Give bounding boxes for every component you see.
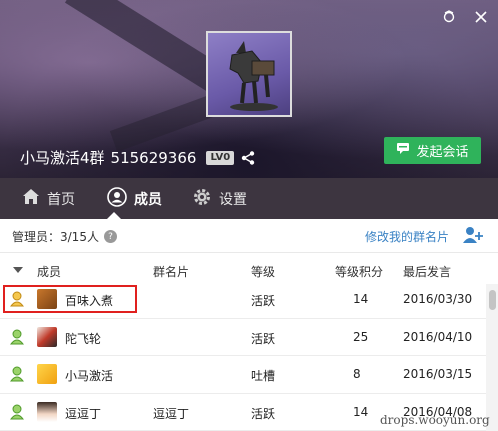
window-controls [440, 8, 490, 26]
member-points: 14 [353, 292, 369, 306]
member-card: 逗逗丁 [153, 406, 190, 421]
member-nick[interactable]: 百味入煮 [65, 292, 113, 309]
add-member-icon[interactable] [463, 226, 483, 244]
close-icon[interactable] [472, 8, 490, 26]
member-points: 25 [353, 329, 369, 344]
avatar[interactable] [37, 364, 57, 384]
member-icon [9, 366, 25, 382]
gear-icon [192, 187, 212, 211]
table-row[interactable]: 陀飞轮 活跃 25 2016/04/10 [0, 319, 486, 356]
chat-bubble-icon [396, 142, 410, 159]
table-row[interactable]: 小马激活 吐槽 8 2016/03/15 [0, 356, 486, 394]
tab-bar: 首页 成员 设置 [0, 178, 498, 219]
header-member[interactable]: 成员 [37, 263, 61, 280]
header-card[interactable]: 群名片 [153, 263, 189, 280]
skin-icon[interactable] [440, 8, 458, 26]
start-chat-button[interactable]: 发起会话 [384, 137, 481, 164]
tab-members-label: 成员 [134, 191, 162, 208]
member-icon [107, 186, 127, 211]
admin-count: 管理员：3/15人 ? [12, 228, 117, 245]
tab-home-label: 首页 [47, 191, 75, 208]
member-nick[interactable]: 小马激活 [65, 367, 113, 384]
member-icon [9, 291, 25, 307]
group-banner: 小马激活4群 515629366 LV0 发起会话 [0, 0, 498, 178]
watermark: drops.wooyun.org [380, 413, 490, 427]
home-icon [22, 188, 40, 209]
header-level[interactable]: 等级 [251, 263, 275, 280]
member-nick[interactable]: 逗逗丁 [65, 405, 101, 422]
member-icon [9, 404, 25, 420]
member-level: 活跃 [251, 294, 276, 308]
group-avatar[interactable] [206, 31, 292, 117]
group-id: 515629366 [110, 148, 197, 167]
member-table-header: 成员 群名片 等级 等级积分 最后发言 [0, 256, 498, 284]
member-points: 8 [353, 367, 361, 381]
member-last-speak: 2016/04/10 [403, 329, 473, 344]
tab-settings[interactable]: 设置 [162, 178, 247, 219]
banner-decoration [64, 0, 226, 93]
table-row[interactable]: 百味入煮 活跃 14 2016/03/30 [0, 281, 486, 319]
admin-count-label: 管理员：3/15人 [12, 230, 99, 244]
edit-group-card-link[interactable]: 修改我的群名片 [365, 228, 449, 245]
member-list: 百味入煮 活跃 14 2016/03/30 陀飞轮 活跃 25 2016/04/… [0, 281, 486, 431]
group-name: 小马激活4群 [20, 149, 105, 167]
tab-settings-label: 设置 [219, 191, 247, 208]
member-icon [9, 329, 25, 345]
member-nick[interactable]: 陀飞轮 [65, 330, 101, 347]
sort-caret-icon[interactable] [13, 267, 23, 273]
admin-bar: 管理员：3/15人 ? 修改我的群名片 [0, 219, 498, 253]
member-level: 吐槽 [251, 369, 276, 383]
scrollbar[interactable] [486, 284, 498, 431]
tab-home[interactable]: 首页 [0, 178, 75, 219]
start-chat-label: 发起会话 [416, 145, 469, 160]
tab-members[interactable]: 成员 [75, 178, 162, 219]
member-last-speak: 2016/03/15 [403, 367, 473, 381]
group-title: 小马激活4群 515629366 LV0 [20, 147, 256, 168]
avatar[interactable] [37, 401, 57, 422]
share-icon[interactable] [240, 150, 256, 166]
member-points: 14 [353, 404, 369, 419]
level-badge: LV0 [206, 150, 235, 165]
horse-figure-icon [229, 41, 278, 111]
member-level: 活跃 [251, 331, 276, 346]
scrollbar-thumb[interactable] [489, 290, 496, 310]
help-icon[interactable]: ? [103, 230, 117, 243]
member-last-speak: 2016/03/30 [403, 292, 473, 306]
header-last-speak[interactable]: 最后发言 [403, 263, 451, 280]
avatar[interactable] [37, 289, 57, 309]
header-points[interactable]: 等级积分 [335, 263, 383, 280]
member-level: 活跃 [251, 406, 276, 421]
avatar[interactable] [37, 326, 57, 347]
